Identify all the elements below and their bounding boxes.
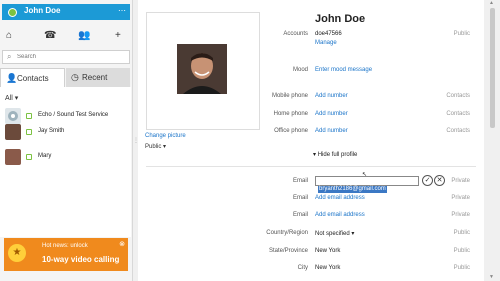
tab-contacts[interactable]: 👤 Contacts <box>0 68 65 87</box>
video-icon: ★ <box>8 244 26 262</box>
list-item[interactable]: Echo / Sound Test Service <box>0 108 131 124</box>
add-email-link[interactable]: Add email address <box>315 212 365 218</box>
contact-list: All ▾ Echo / Sound Test Service Jay Smit… <box>0 87 131 237</box>
profile-picture[interactable] <box>177 44 227 94</box>
user-icon: 👤 <box>6 73 18 83</box>
list-filter-label: All <box>5 95 13 102</box>
visibility-label: Public <box>453 265 470 271</box>
tab-recent[interactable]: ◷ Recent <box>66 68 130 87</box>
more-icon[interactable]: ⋯ <box>118 6 126 15</box>
manage-link[interactable]: Manage <box>315 40 337 46</box>
field-label: Mood <box>292 67 308 73</box>
state-value[interactable]: New York <box>315 248 340 254</box>
country-dropdown[interactable]: Not specified ▾ <box>315 230 354 237</box>
field-label: Email <box>292 195 308 201</box>
account-bar[interactable]: John Doe ⋯ <box>2 4 130 20</box>
picture-visibility-label: Public <box>145 144 162 150</box>
visibility-label: Public <box>453 230 470 236</box>
clock-icon: ◷ <box>71 72 79 82</box>
promo-line1: Hot news: unlock <box>42 243 88 249</box>
contact-name: Echo / Sound Test Service <box>38 112 109 118</box>
divider <box>146 166 476 167</box>
field-label: Home phone <box>273 111 308 117</box>
country-value: Not specified <box>315 231 350 237</box>
visibility-label: Private <box>451 178 470 184</box>
avatar <box>5 124 21 140</box>
field-label: Accounts <box>283 31 308 37</box>
field-label: State/Province <box>268 248 308 254</box>
search-icon: ⌕ <box>7 52 12 61</box>
city-value[interactable]: New York <box>315 265 340 271</box>
visibility-label: Private <box>451 195 470 201</box>
scroll-down-icon[interactable]: ▼ <box>489 274 494 280</box>
status-icon <box>26 129 32 135</box>
toolbar: ⌂ ☎ 👥 + <box>0 30 132 42</box>
field-label: Mobile phone <box>271 93 308 99</box>
chevron-down-icon: ▾ <box>14 95 19 102</box>
scrollbar[interactable]: ▲ ▼ <box>486 0 500 281</box>
hide-full-profile-label: Hide full profile <box>317 152 358 158</box>
tab-contacts-label: Contacts <box>17 74 49 83</box>
visibility-label: Contacts <box>446 111 470 117</box>
add-contact-icon[interactable]: + <box>115 30 121 42</box>
account-id: doe47566 <box>315 31 342 37</box>
search-box[interactable]: ⌕ <box>2 50 130 64</box>
echo-avatar <box>5 108 21 124</box>
change-picture-link[interactable]: Change picture <box>145 133 186 139</box>
profile-display-name: John Doe <box>315 13 366 25</box>
promo-banner[interactable]: ★ Hot news: unlock 10-way video calling … <box>4 238 128 271</box>
add-mobile-link[interactable]: Add number <box>315 93 348 99</box>
picture-visibility-dropdown[interactable]: Public ▾ <box>145 143 166 150</box>
field-label: Office phone <box>274 128 308 134</box>
contacts-icon[interactable]: 👥 <box>78 30 90 42</box>
field-label: Country/Region <box>266 230 308 236</box>
mood-input[interactable]: Enter mood message <box>315 67 372 73</box>
visibility-label: Public <box>453 31 470 37</box>
avatar <box>5 149 21 165</box>
online-status-icon[interactable] <box>8 8 17 17</box>
add-home-link[interactable]: Add number <box>315 111 348 117</box>
field-label: City <box>297 265 308 271</box>
visibility-label: Contacts <box>446 128 470 134</box>
account-name: John Doe <box>24 6 61 15</box>
field-label: Email <box>292 178 308 184</box>
add-office-link[interactable]: Add number <box>315 128 348 134</box>
sidebar: John Doe ⋯ ⌂ ☎ 👥 + ⌕ 👤 Contacts ◷ Recent… <box>0 0 133 281</box>
close-icon[interactable]: ⊗ <box>119 240 125 248</box>
home-icon[interactable]: ⌂ <box>6 30 12 42</box>
chevron-down-icon: ▾ <box>351 231 355 237</box>
sidebar-tabs: 👤 Contacts ◷ Recent <box>0 68 132 87</box>
visibility-label: Public <box>453 248 470 254</box>
scroll-up-icon[interactable]: ▲ <box>489 0 494 6</box>
list-item[interactable]: Mary <box>0 149 131 165</box>
field-label: Email <box>292 212 308 218</box>
contact-name: Mary <box>38 153 52 159</box>
list-item[interactable]: Jay Smith <box>0 124 131 140</box>
visibility-label: Contacts <box>446 93 470 99</box>
visibility-label: Private <box>451 212 470 218</box>
promo-line2: 10-way video calling <box>42 255 120 264</box>
chevron-down-icon: ▾ <box>163 144 167 150</box>
add-email-link[interactable]: Add email address <box>315 195 365 201</box>
hide-full-profile-toggle[interactable]: ▾ Hide full profile <box>313 151 357 158</box>
mouse-cursor-icon: ↖ <box>362 172 368 178</box>
list-filter-dropdown[interactable]: All ▾ <box>5 94 18 102</box>
email-value: bryanth2186@gmail.com <box>318 186 387 193</box>
status-icon <box>26 113 32 119</box>
search-input[interactable] <box>17 52 125 62</box>
tab-recent-label: Recent <box>82 73 108 82</box>
contact-name: Jay Smith <box>38 128 65 134</box>
scrollbar-thumb[interactable] <box>490 8 495 128</box>
status-icon <box>26 154 32 160</box>
dial-icon[interactable]: ☎ <box>44 30 56 42</box>
